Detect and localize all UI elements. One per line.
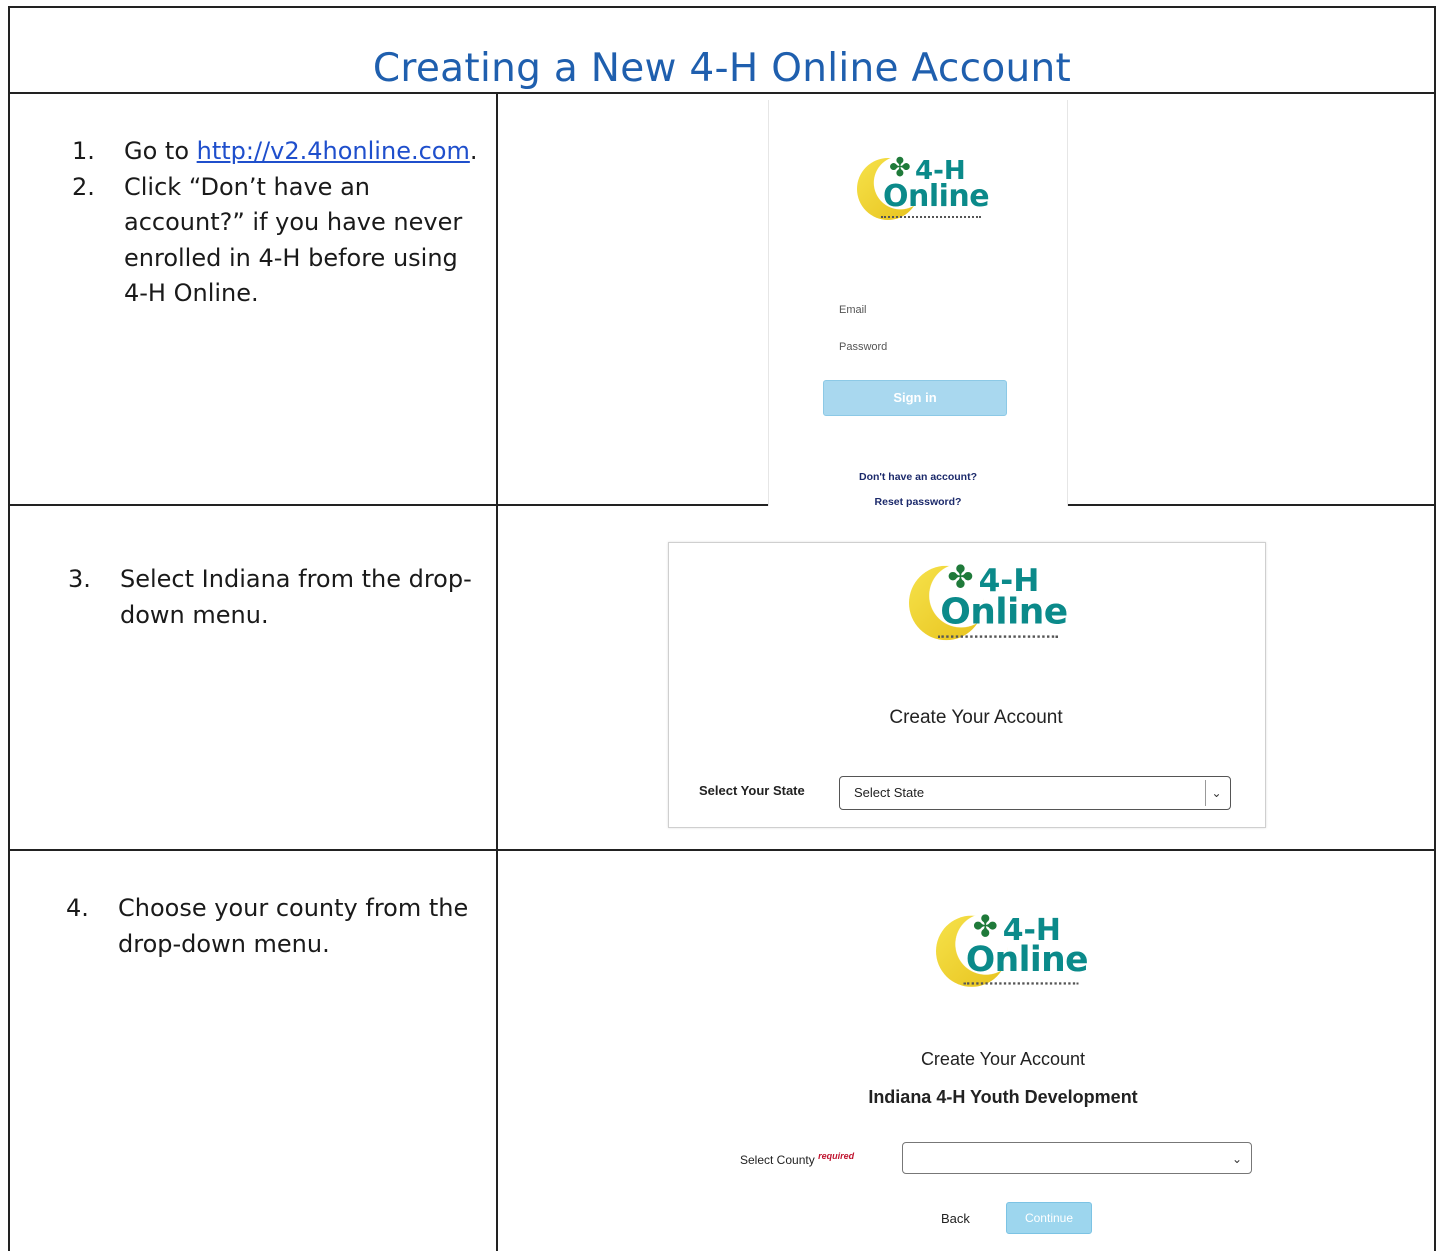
logo-text-online: Online: [940, 591, 1068, 633]
program-subheading: Indiana 4-H Youth Development: [868, 1087, 1138, 1107]
site-link[interactable]: http://v2.4honline.com: [197, 137, 470, 165]
continue-button[interactable]: Continue: [1006, 1202, 1092, 1234]
instruction-cell: 3. Select Indiana from the drop-down men…: [10, 506, 498, 849]
step-text: Click “Don’t have an account?” if you ha…: [124, 172, 463, 308]
logo-tagline: [963, 982, 1079, 985]
step-text: Choose your county from the drop-down me…: [118, 894, 469, 958]
chevron-down-icon[interactable]: ⌄: [1205, 780, 1227, 806]
state-select-value: Select State: [854, 785, 925, 800]
steps-list: 1. Go to http://v2.4honline.com. 2. Clic…: [72, 134, 482, 312]
chevron-down-icon[interactable]: ⌄: [1226, 1146, 1248, 1172]
select-state-label: Select Your State: [699, 783, 805, 798]
clover-icon: ✤: [889, 152, 911, 182]
title-row: Creating a New 4-H Online Account: [10, 8, 1434, 94]
clover-icon: ✤: [947, 558, 974, 595]
step-row-2: 3. Select Indiana from the drop-down men…: [10, 506, 1434, 851]
list-item: 4. Choose your county from the drop-down…: [66, 891, 476, 962]
4h-online-logo: ✤ 4-H Online: [936, 908, 1089, 1003]
state-select-screenshot: ✤ 4-H Online Create Your Account Select …: [668, 542, 1266, 828]
create-account-heading: Create Your Account: [920, 1049, 1086, 1069]
list-item: 2. Click “Don’t have an account?” if you…: [72, 170, 482, 312]
logo-text-online: Online: [965, 939, 1089, 980]
screenshot-cell: ✤ 4-H Online Create Your Account Select …: [498, 506, 1434, 849]
4h-online-logo: ✤ 4-H Online: [909, 558, 1068, 657]
instruction-cell: 1. Go to http://v2.4honline.com. 2. Clic…: [10, 94, 498, 504]
sign-in-button[interactable]: Sign in: [823, 380, 1007, 416]
step-text-prefix: Go to: [124, 137, 197, 165]
login-screenshot: ✤ 4-H Online Email Password Sign in Don'…: [768, 100, 1068, 508]
step-number: 2.: [72, 172, 95, 201]
list-item: 1. Go to http://v2.4honline.com.: [72, 134, 482, 170]
instruction-cell: 4. Choose your county from the drop-down…: [10, 851, 498, 1251]
steps-list: 4. Choose your county from the drop-down…: [66, 891, 476, 962]
logo-tagline: [881, 216, 981, 219]
list-item: 3. Select Indiana from the drop-down men…: [68, 562, 478, 633]
back-button[interactable]: Back: [941, 1211, 970, 1226]
logo-tagline: [937, 635, 1058, 639]
step-row-3: 4. Choose your county from the drop-down…: [10, 851, 1434, 1251]
state-select[interactable]: Select State ⌄: [839, 776, 1231, 810]
county-select[interactable]: ⌄: [902, 1142, 1252, 1174]
step-row-1: 1. Go to http://v2.4honline.com. 2. Clic…: [10, 94, 1434, 508]
screenshot-cell: ✤ 4-H Online Create Your Account Indiana…: [498, 851, 1434, 1251]
select-county-label: Select County required: [740, 1151, 854, 1167]
step-text-suffix: .: [469, 137, 478, 165]
email-label: Email: [839, 304, 867, 316]
step-number: 1.: [72, 137, 95, 165]
select-county-text: Select County: [740, 1153, 815, 1167]
step-number: 4.: [66, 894, 89, 922]
create-account-heading: Create Your Account: [889, 707, 1063, 728]
screenshot-cell: ✤ 4-H Online Email Password Sign in Don'…: [498, 94, 1434, 508]
password-label: Password: [839, 341, 888, 353]
clover-icon: ✤: [972, 908, 998, 944]
4h-online-logo: ✤ 4-H Online: [857, 152, 990, 234]
logo-text-online: Online: [883, 179, 990, 214]
steps-list: 3. Select Indiana from the drop-down men…: [68, 562, 478, 633]
page-title: Creating a New 4-H Online Account: [372, 46, 1072, 91]
required-badge: required: [818, 1151, 855, 1161]
instruction-table: Creating a New 4-H Online Account 1. Go …: [8, 6, 1436, 1251]
step-text: Select Indiana from the drop-down menu.: [120, 565, 472, 629]
step-number: 3.: [68, 565, 91, 593]
dont-have-account-link[interactable]: Don't have an account?: [769, 471, 1067, 483]
